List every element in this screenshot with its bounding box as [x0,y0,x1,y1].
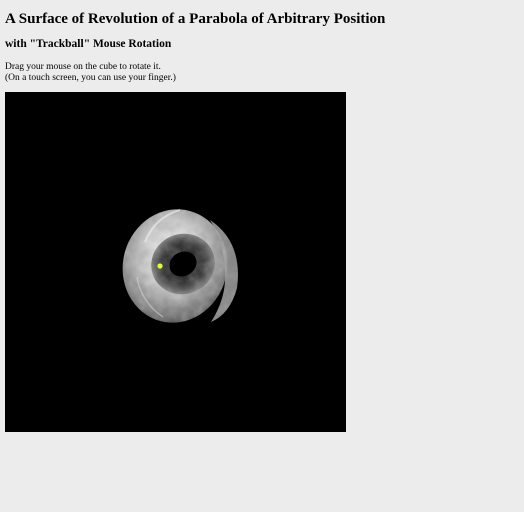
marker-point [157,263,163,269]
instruction-line-2: (On a touch screen, you can use your fin… [5,72,176,83]
page-subtitle: with "Trackball" Mouse Rotation [5,38,172,50]
instructions: Drag your mouse on the cube to rotate it… [5,62,176,83]
surface-render [122,209,238,323]
surface-body [122,209,238,323]
instruction-line-1: Drag your mouse on the cube to rotate it… [5,62,161,72]
page-title: A Surface of Revolution of a Parabola of… [5,11,386,27]
webgl-canvas[interactable] [5,92,346,432]
